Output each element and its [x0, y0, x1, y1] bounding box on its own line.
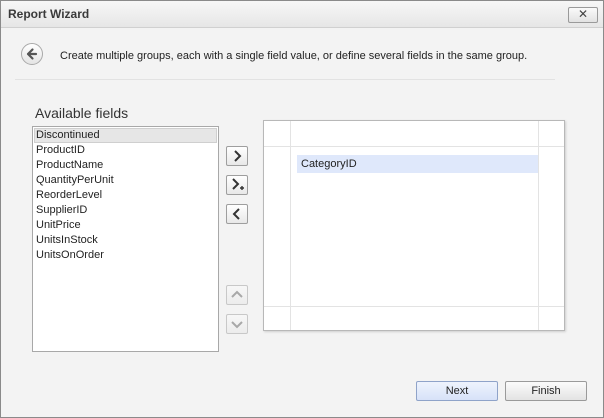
- remove-field-button[interactable]: [226, 204, 248, 224]
- next-button[interactable]: Next: [416, 381, 498, 401]
- field-list-item[interactable]: ProductName: [33, 158, 218, 173]
- move-down-button[interactable]: [226, 314, 248, 334]
- field-list-item[interactable]: UnitPrice: [33, 218, 218, 233]
- move-up-button[interactable]: [226, 285, 248, 305]
- finish-button[interactable]: Finish: [505, 381, 587, 401]
- grid-line: [264, 306, 564, 307]
- field-list-item[interactable]: Discontinued: [34, 128, 217, 143]
- arrow-left-icon: [26, 48, 38, 60]
- header-divider: [15, 79, 555, 80]
- field-list-item[interactable]: UnitsOnOrder: [33, 248, 218, 263]
- add-field-button[interactable]: [226, 146, 248, 166]
- field-list-item[interactable]: ReorderLevel: [33, 188, 218, 203]
- report-wizard-window: Report Wizard ✕ Create multiple groups, …: [0, 0, 604, 418]
- chevron-left-icon: [232, 208, 240, 220]
- chevron-up-icon: [231, 290, 243, 298]
- back-button[interactable]: [21, 43, 43, 65]
- field-list-item[interactable]: UnitsInStock: [33, 233, 218, 248]
- close-button[interactable]: ✕: [568, 7, 598, 23]
- grid-line: [290, 121, 291, 330]
- add-to-group-button[interactable]: [226, 175, 248, 195]
- field-list-item[interactable]: ProductID: [33, 143, 218, 158]
- group-field-item[interactable]: CategoryID: [297, 155, 538, 173]
- title-bar[interactable]: Report Wizard ✕: [1, 1, 603, 28]
- instruction-text: Create multiple groups, each with a sing…: [60, 50, 528, 62]
- chevron-right-plus-icon: [232, 178, 244, 190]
- grid-line: [264, 146, 564, 147]
- field-list-item[interactable]: QuantityPerUnit: [33, 173, 218, 188]
- chevron-down-icon: [231, 321, 243, 329]
- groups-panel[interactable]: CategoryID: [263, 120, 565, 331]
- available-fields-list[interactable]: Discontinued ProductID ProductName Quantity…: [32, 126, 219, 352]
- window-title: Report Wizard: [8, 7, 90, 21]
- field-list-item[interactable]: SupplierID: [33, 203, 218, 218]
- grid-line: [538, 121, 539, 330]
- chevron-right-icon: [234, 150, 242, 162]
- available-fields-title: Available fields: [35, 105, 129, 121]
